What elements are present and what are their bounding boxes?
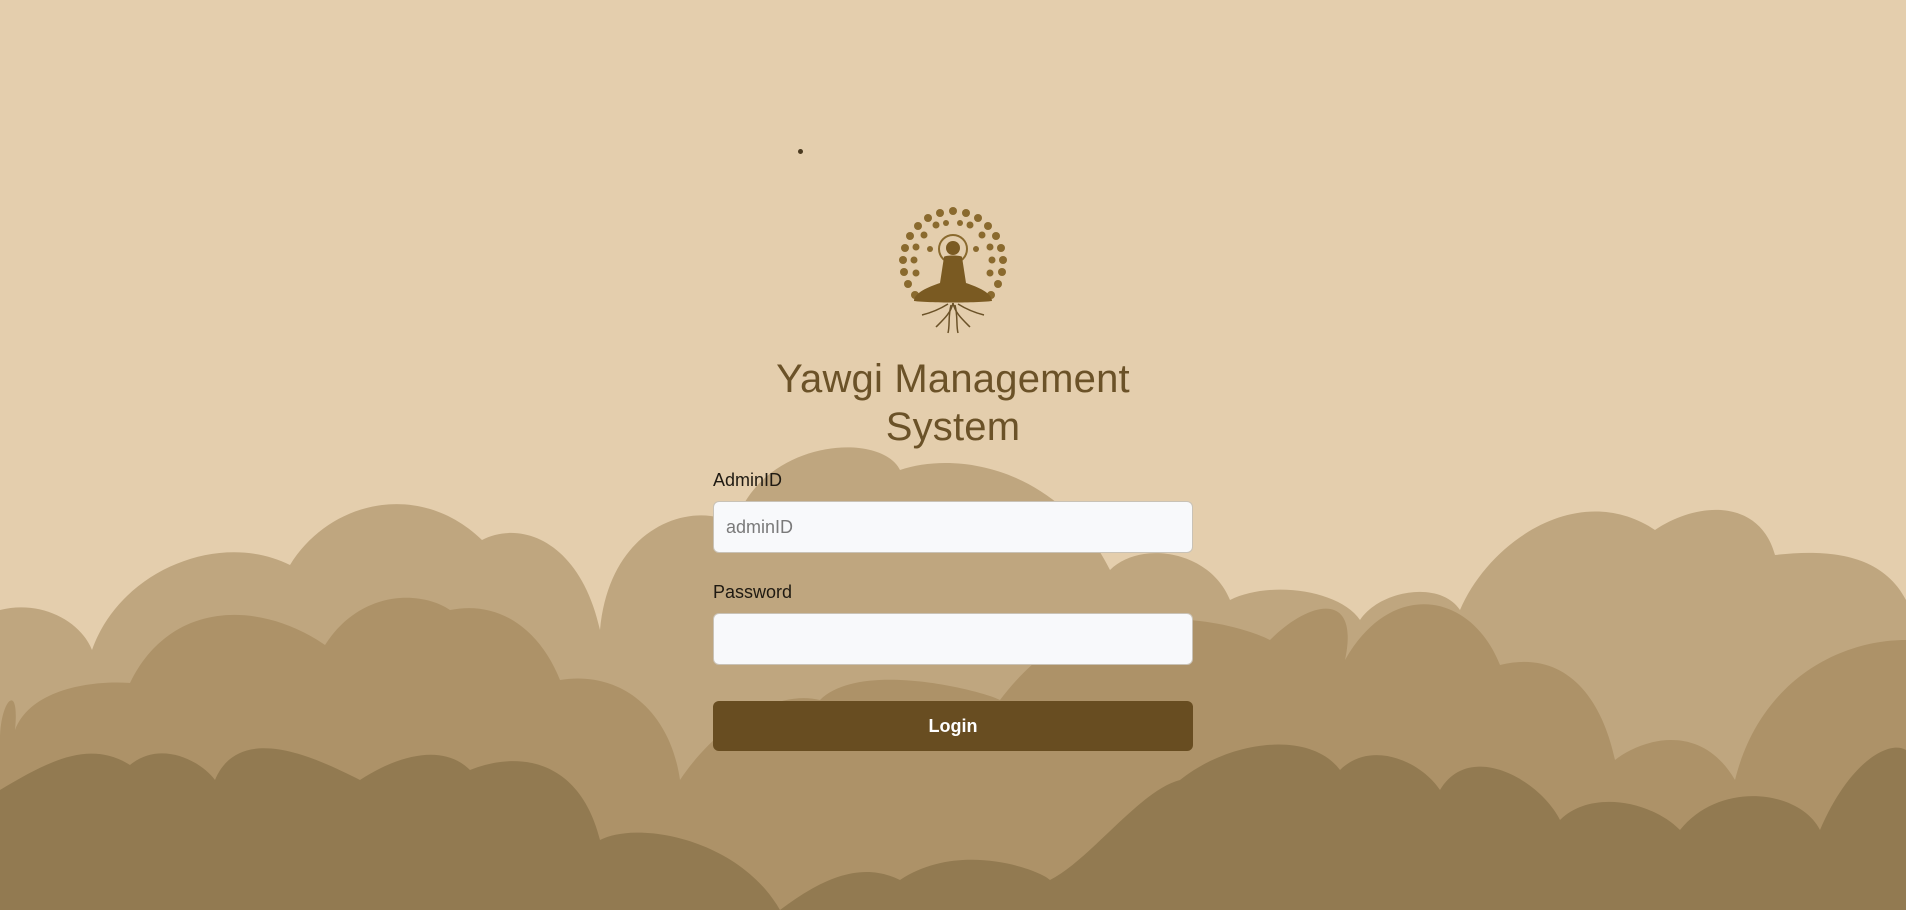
login-button[interactable]: Login: [713, 701, 1193, 751]
page-title: Yawgi Management System: [776, 357, 1130, 449]
meditating-figure-tree-icon: [899, 207, 1007, 334]
login-form: Yawgi Management System AdminID Password…: [713, 205, 1193, 751]
admin-id-input[interactable]: [713, 501, 1193, 553]
login-page: Yawgi Management System AdminID Password…: [0, 0, 1906, 910]
password-input[interactable]: [713, 613, 1193, 665]
decorative-dot: [798, 149, 803, 154]
password-label: Password: [713, 582, 793, 602]
admin-id-label: AdminID: [713, 470, 783, 490]
